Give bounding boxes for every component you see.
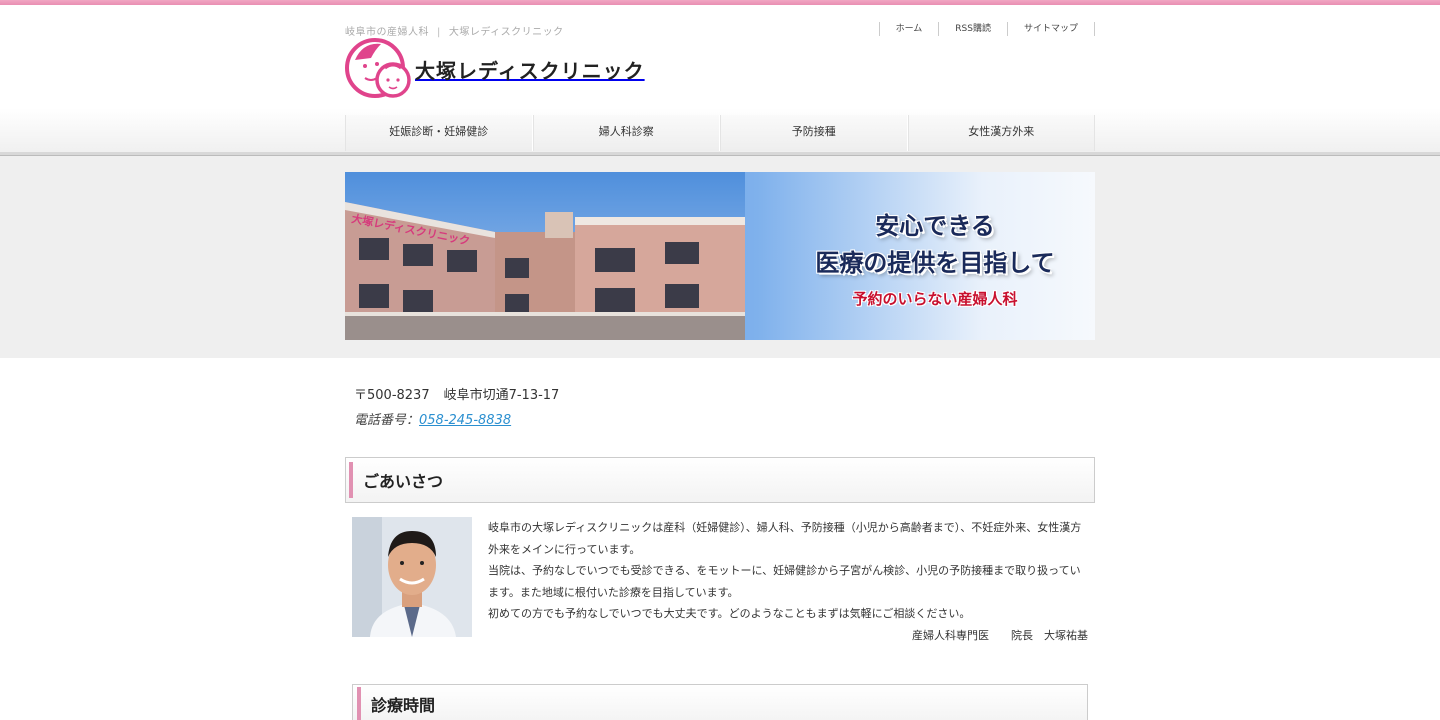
utility-link-sitemap[interactable]: サイトマップ xyxy=(1008,22,1095,36)
greeting-text: 岐阜市の大塚レディスクリニックは産科（妊婦健診）、婦人科、予防接種（小児から高齢… xyxy=(488,517,1088,646)
section-accent-bar xyxy=(349,462,353,498)
nav-item-pregnancy[interactable]: 妊娠診断・妊婦健診 xyxy=(345,115,533,151)
tagline-clinic: 大塚レディスクリニック xyxy=(448,27,564,38)
utility-nav: ホーム RSS購読 サイトマップ xyxy=(878,22,1095,36)
tagline-separator: | xyxy=(437,27,441,38)
address-line: 〒500-8237 岐阜市切通7-13-17 xyxy=(354,384,1095,403)
greeting-signature: 産婦人科専門医 院長 大塚祐基 xyxy=(488,625,1088,647)
greeting-paragraph-1: 岐阜市の大塚レディスクリニックは産科（妊婦健診）、婦人科、予防接種（小児から高齢… xyxy=(488,521,1082,556)
greeting-body: 岐阜市の大塚レディスクリニックは産科（妊婦健診）、婦人科、予防接種（小児から高齢… xyxy=(345,517,1095,647)
postal-code: 〒500-8237 xyxy=(354,388,430,403)
hours-title: 診療時間 xyxy=(371,696,436,715)
hours-section-header: 診療時間 xyxy=(352,684,1088,720)
greeting-paragraph-2: 当院は、予約なしでいつでも受診できる、をモットーに、妊婦健診から子宮がん検診、小… xyxy=(488,564,1081,599)
section-accent-bar xyxy=(357,687,361,720)
hero-subheadline: 予約のいらない産婦人科 xyxy=(852,290,1018,308)
nav-item-kampo[interactable]: 女性漢方外来 xyxy=(907,115,1095,151)
utility-link-rss[interactable]: RSS購読 xyxy=(939,22,1008,36)
phone-line: 電話番号：058-245-8838 xyxy=(354,409,1095,428)
phone-label: 電話番号： xyxy=(354,413,420,428)
street-address: 岐阜市切通7-13-17 xyxy=(443,388,560,403)
nav-item-gynecology[interactable]: 婦人科診察 xyxy=(532,115,720,151)
clinic-building-image: 大塚レディスクリニック xyxy=(345,172,745,340)
site-tagline: 岐阜市の産婦人科 | 大塚レディスクリニック xyxy=(345,23,564,38)
doctor-photo xyxy=(352,517,472,637)
greeting-paragraph-3: 初めての方でも予約なしでいつでも大丈夫です。どのようなこともまずは気軽にご相談く… xyxy=(488,607,971,620)
signature-name: 院長 大塚祐基 xyxy=(1011,628,1088,642)
hero-headline-2: 医療の提供を目指して xyxy=(815,249,1055,277)
hero-banner: 大塚レディスクリニック 安心できる 医療の提供を目指して 予約のいらない産婦人科 xyxy=(345,172,1095,340)
site-logo[interactable]: 大塚レディスクリニック xyxy=(345,38,645,100)
nav-item-vaccination[interactable]: 予防接種 xyxy=(720,115,908,151)
utility-link-home[interactable]: ホーム xyxy=(880,22,940,36)
mother-baby-logo-icon xyxy=(345,38,411,98)
phone-link[interactable]: 058-245-8838 xyxy=(419,413,511,428)
greeting-title: ごあいさつ xyxy=(363,472,444,491)
global-nav: 妊娠診断・妊婦健診 婦人科診察 予防接種 女性漢方外来 xyxy=(345,115,1095,151)
tagline-area: 岐阜市の産婦人科 xyxy=(345,27,429,38)
top-accent-stripe xyxy=(0,0,1440,5)
site-header: 岐阜市の産婦人科 | 大塚レディスクリニック ホーム RSS購読 サイトマップ 大塚… xyxy=(345,18,1095,106)
signature-role: 産婦人科専門医 xyxy=(912,628,989,642)
greeting-section-header: ごあいさつ xyxy=(345,457,1095,503)
hero-copy: 安心できる 医療の提供を目指して 予約のいらない産婦人科 xyxy=(785,206,1085,309)
clinic-address: 〒500-8237 岐阜市切通7-13-17 電話番号：058-245-8838 xyxy=(345,384,1095,428)
logo-text: 大塚レディスクリニック xyxy=(415,58,645,83)
hero-headline-1: 安心できる xyxy=(875,212,995,240)
